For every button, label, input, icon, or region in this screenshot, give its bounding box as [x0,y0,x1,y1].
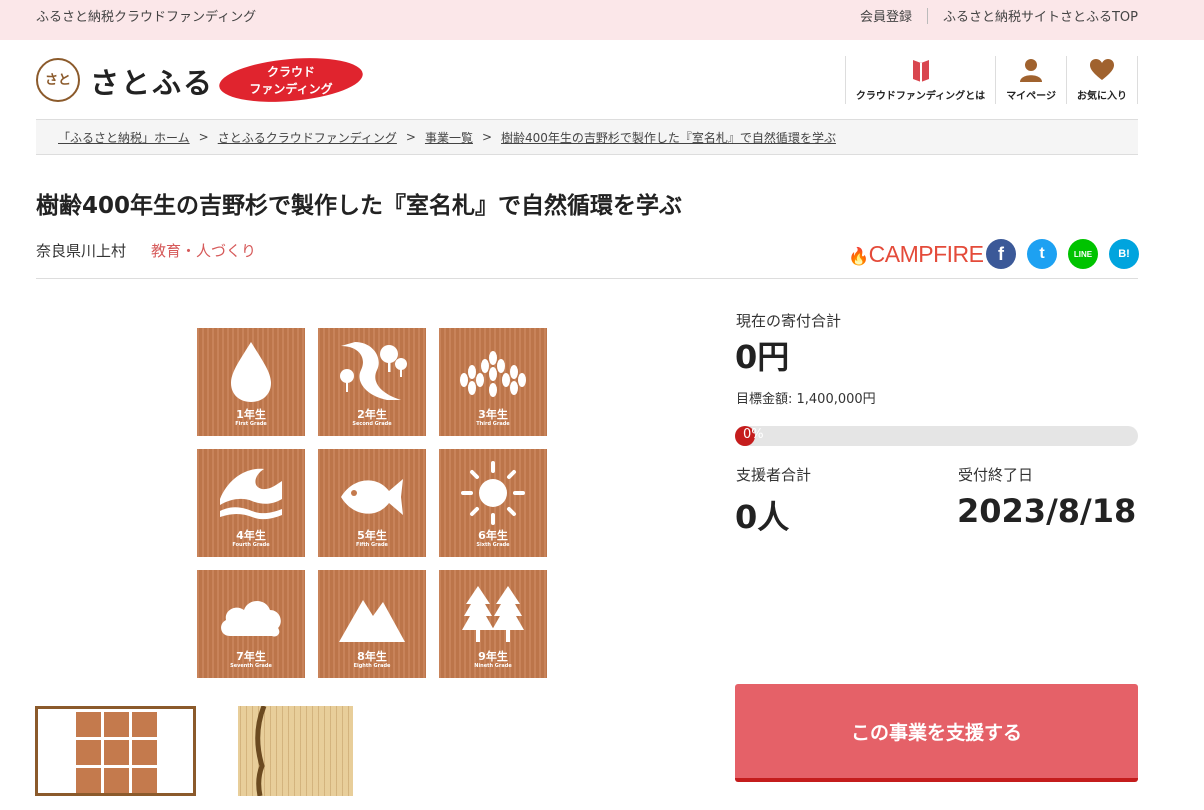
grade-tile: 5年生 Fifth Grade [318,449,426,557]
breadcrumb-separator: > [405,130,416,144]
top-bar: ふるさと納税クラウドファンディング 会員登録 ふるさと納税サイトさとふるTOP [0,0,1204,40]
nav-label: クラウドファンディングとは [855,91,986,102]
badge-line1: クラウド [267,65,315,79]
grade-sublabel: Eighth Grade [353,663,391,669]
current-total-label: 現在の寄付合計 [736,312,842,330]
thumbnail-2[interactable] [228,705,353,797]
facebook-share-icon[interactable]: f [986,239,1016,269]
grade-label: 9年生 [478,650,508,663]
breadcrumb-crowdfunding[interactable]: さとふるクラウドファンディング [218,129,397,146]
grade-label: 8年生 [357,650,387,663]
nav-mypage[interactable]: マイページ [995,56,1066,104]
breadcrumb-home[interactable]: 「ふるさと納税」ホーム [58,129,190,146]
thumb-tile [104,740,129,765]
grade-tile: 3年生 Third Grade [439,328,547,436]
wood-plank-image [228,705,267,797]
end-date-value: 2023/8/18 [957,492,1137,530]
current-total-amount: 0円 [735,338,790,376]
breadcrumb-separator: > [198,130,209,144]
grade-tile: 6年生 Sixth Grade [439,449,547,557]
grade-sublabel: Third Grade [476,421,510,427]
fish-icon [341,479,403,515]
grade-tile: 4年生 Fourth Grade [197,449,305,557]
support-project-button[interactable]: この事業を支援する [735,684,1138,782]
satofull-logo-text[interactable]: さとふる [90,60,214,102]
user-icon [1020,59,1043,82]
flame-icon: 🔥 [848,247,869,266]
grade-label: 1年生 [236,408,266,421]
satofull-logo-icon[interactable]: さと [36,58,80,102]
grade-sublabel: Nineth Grade [474,663,512,669]
twitter-share-icon[interactable]: t [1027,239,1057,269]
member-register-link[interactable]: 会員登録 [860,6,912,25]
grade-sublabel: Seventh Grade [230,663,272,669]
satofull-top-link[interactable]: ふるさと納税サイトさとふるTOP [943,6,1138,25]
cloud-icon [221,601,281,637]
end-date-label: 受付終了日 [958,466,1034,484]
grade-tile: 9年生 Nineth Grade [439,570,547,678]
sun-icon [461,461,525,525]
grade-tile: 7年生 Seventh Grade [197,570,305,678]
grade-label: 5年生 [357,529,387,542]
thumb-tile [132,712,157,737]
site-name[interactable]: ふるさと納税クラウドファンディング [36,6,256,25]
thumbnail-1-selected[interactable] [35,706,196,796]
grade-tile: 8年生 Eighth Grade [318,570,426,678]
thumb-tile [76,740,101,765]
nav-favorites[interactable]: お気に入り [1066,56,1138,104]
grade-label: 2年生 [357,408,387,421]
project-category[interactable]: 教育・人づくり [151,240,256,261]
grade-label: 4年生 [236,529,266,542]
grade-label: 7年生 [236,650,266,663]
crowdfunding-badge[interactable]: クラウド ファンディング [218,57,364,103]
tree-icon [462,586,524,642]
mountain-icon [339,600,405,642]
progress-bar: 0% [735,426,1138,446]
breadcrumb-projects[interactable]: 事業一覧 [425,129,473,146]
main-project-image[interactable]: 1年生 First Grade 2年生 Second Grade 3年生 Thi… [197,328,547,678]
nav-about-crowdfunding[interactable]: クラウドファンディングとは [844,56,995,104]
thumb-tile [104,712,129,737]
campfire-logo[interactable]: 🔥CAMPFIRE [848,241,984,268]
grade-sublabel: Fifth Grade [356,542,388,548]
wheat-icon [460,351,526,397]
river-icon [340,342,407,400]
grade-sublabel: Sixth Grade [476,542,510,548]
wave-icon [220,468,282,520]
thumb-tile [76,712,101,737]
thumb-tile [104,768,129,793]
nav-label: マイページ [1006,91,1056,102]
header-nav: クラウドファンディングとは マイページ お気に入り [844,56,1138,104]
breadcrumb-current[interactable]: 樹齢400年生の吉野杉で製作した『室名札』で自然循環を学ぶ [501,129,836,146]
grade-sublabel: First Grade [235,421,267,427]
nav-label: お気に入り [1077,91,1127,102]
grade-tile: 2年生 Second Grade [318,328,426,436]
top-links: 会員登録 ふるさと納税サイトさとふるTOP [860,6,1138,25]
link-separator [926,7,928,24]
line-share-icon[interactable]: LINE [1068,239,1098,269]
page-title: 樹齢400年生の吉野杉で製作した『室名札』で自然循環を学ぶ [36,193,683,219]
divider [36,278,1138,279]
breadcrumb: 「ふるさと納税」ホーム > さとふるクラウドファンディング > 事業一覧 > 樹… [36,119,1138,155]
project-location: 奈良県川上村 [36,242,127,260]
hatena-bookmark-icon[interactable]: B! [1109,239,1139,269]
supporters-label: 支援者合計 [736,466,812,484]
book-icon [912,60,929,82]
badge-line2: ファンディング [249,81,332,96]
progress-percent: 0% [743,427,764,442]
breadcrumb-separator: > [481,130,493,144]
heart-icon [1090,59,1114,80]
goal-amount: 目標金額: 1,400,000円 [736,392,876,407]
grade-tile: 1年生 First Grade [197,328,305,436]
supporters-count: 0人 [735,498,790,536]
water-drop-icon [231,342,271,402]
grade-label: 3年生 [478,408,508,421]
thumb-tile [132,768,157,793]
grade-sublabel: Second Grade [352,421,392,427]
campfire-label: CAMPFIRE [868,241,984,267]
grade-label: 6年生 [478,529,508,542]
grade-sublabel: Fourth Grade [232,542,270,548]
thumb-tile [132,740,157,765]
thumb-tile [76,768,101,793]
